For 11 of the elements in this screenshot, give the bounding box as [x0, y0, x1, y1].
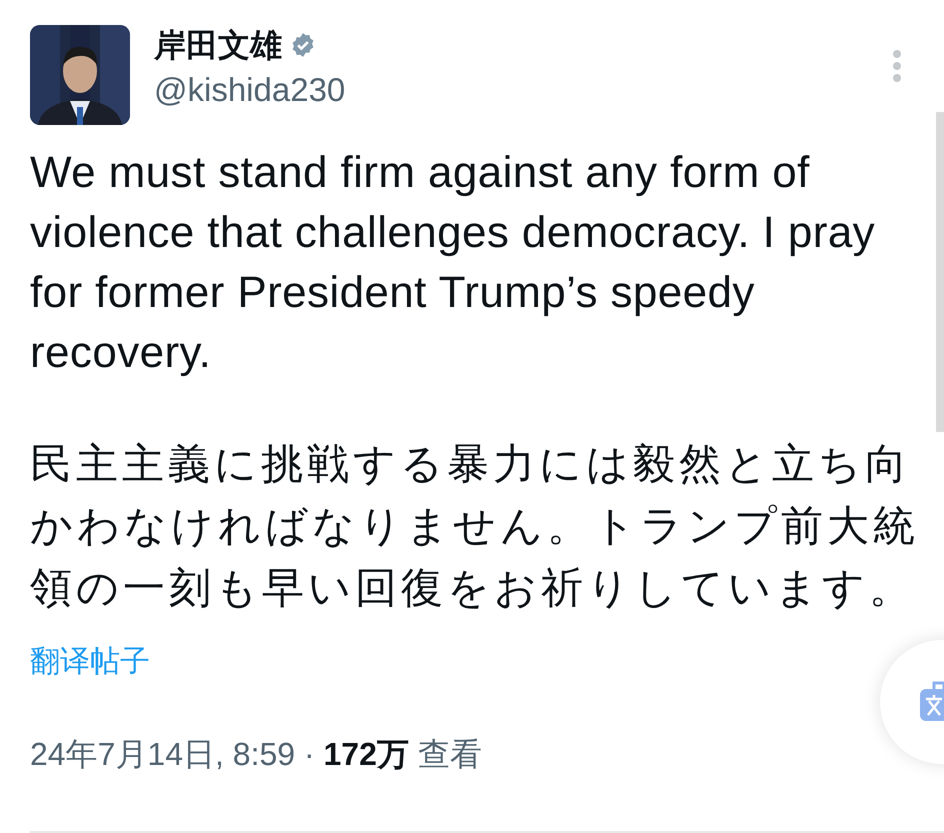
- post-text: 民主主義に挑戦する暴力には毅然と立ち向かわなければなりません。トランプ前大統領の一刻も早い回復をお祈りしています。: [30, 439, 920, 613]
- author-handle[interactable]: @kishida230: [154, 69, 890, 111]
- post-text: We must stand firm against any form of violence that challenges democracy. I pray for former President Trump’s speedy recovery.: [30, 147, 876, 379]
- separator-dot: ·: [304, 736, 315, 772]
- post-timestamp: 24年7月14日, 8:59: [30, 736, 296, 772]
- view-count: 172万: [323, 736, 409, 772]
- translate-icon: [920, 681, 944, 723]
- views-label: 查看: [418, 736, 482, 772]
- author-name: 岸田文雄: [154, 26, 282, 65]
- more-options-icon[interactable]: [890, 49, 904, 83]
- scrollbar-thumb[interactable]: [936, 112, 944, 432]
